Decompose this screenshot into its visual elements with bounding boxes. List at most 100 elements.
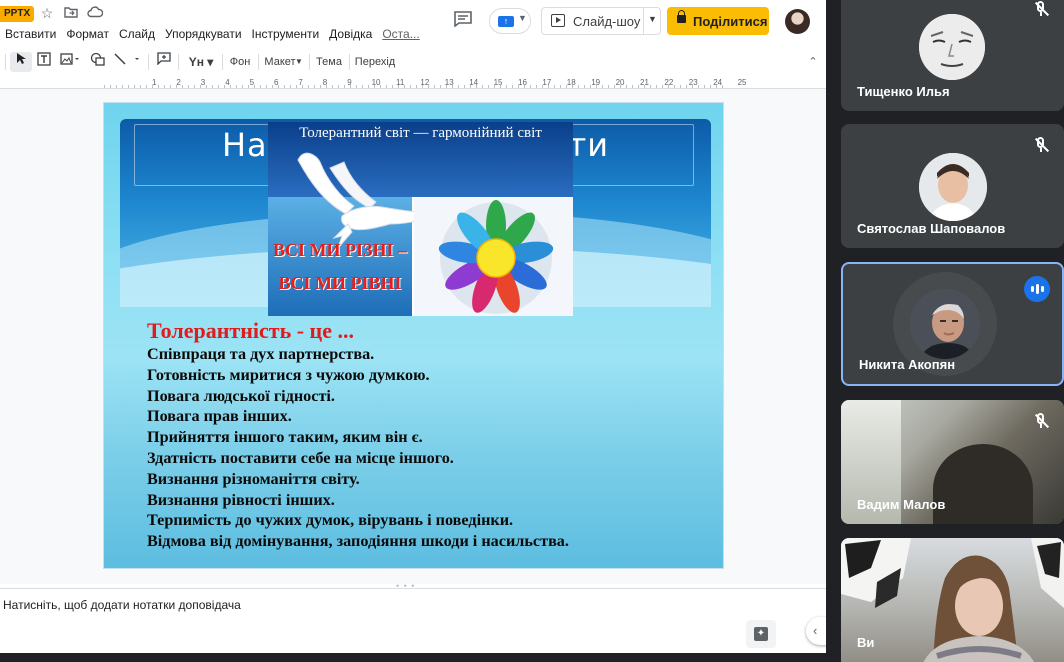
menu-insert[interactable]: Вставити xyxy=(0,25,61,43)
participant-avatar xyxy=(910,289,980,359)
ruler-number: 16 xyxy=(518,78,527,87)
slide-title-end: ти xyxy=(567,126,610,164)
ruler-number: 25 xyxy=(737,78,747,87)
side-panel-toggle-icon[interactable]: ‹ xyxy=(806,617,826,645)
mic-off-icon xyxy=(1030,134,1052,156)
line-icon[interactable] xyxy=(111,52,145,72)
explore-icon: ✦ xyxy=(754,627,768,641)
shape-icon[interactable] xyxy=(87,52,107,72)
meet-present-icon: ↑ xyxy=(498,16,514,27)
ruler-number: 6 xyxy=(274,78,279,87)
slideshow-dropdown-icon[interactable]: ▼ xyxy=(648,14,657,24)
ruler-number: 24 xyxy=(713,78,723,87)
speaking-indicator-icon xyxy=(1024,276,1050,302)
menu-arrange[interactable]: Упорядкувати xyxy=(160,25,247,43)
share-label: Поділитися xyxy=(693,14,768,29)
slideshow-button[interactable]: Слайд-шоу ▼ xyxy=(541,7,661,35)
ruler-number: 4 xyxy=(225,78,230,87)
ruler-number: 1 xyxy=(152,78,157,87)
chevron-down-icon: ▼ xyxy=(518,13,527,23)
participant-tile[interactable]: Вадим Малов xyxy=(841,400,1064,524)
slide-title-start: На xyxy=(221,126,268,164)
toolbar-divider xyxy=(222,54,223,70)
ruler-number: 22 xyxy=(664,78,674,87)
slideshow-icon xyxy=(551,14,565,27)
speaker-notes[interactable]: Натисніть, щоб додати нотатки доповідача… xyxy=(0,589,826,653)
ruler-number: 7 xyxy=(298,78,303,87)
participant-name: Святослав Шаповалов xyxy=(857,221,1006,236)
poster-slogan-line-1: ВСІ МИ РІЗНІ – xyxy=(272,240,407,260)
ruler-number: 20 xyxy=(615,78,625,87)
menu-format[interactable]: Формат xyxy=(61,25,114,43)
slide-bullet: Відмова від домінування, заподіяння шкод… xyxy=(147,532,569,551)
insert-image-icon[interactable] xyxy=(57,52,83,72)
layout-button[interactable]: Макет xyxy=(263,52,297,72)
share-button[interactable]: Поділитися xyxy=(667,7,769,35)
toolbar-divider xyxy=(178,54,179,70)
last-edit-link[interactable]: Оста... xyxy=(377,25,424,43)
cloud-status-icon[interactable] xyxy=(86,4,104,22)
participant-tile-active[interactable]: Никита Акопян xyxy=(841,262,1064,386)
participant-silhouette xyxy=(933,444,1033,524)
speaker-notes-placeholder[interactable]: Натисніть, щоб додати нотатки доповідача xyxy=(3,598,241,612)
star-icon[interactable]: ☆ xyxy=(38,4,56,22)
slide-bullet: Визнання різноманіття світу. xyxy=(147,469,360,488)
ruler-number: 10 xyxy=(371,78,381,87)
present-to-meet-button[interactable]: ↑ ▼ xyxy=(489,8,531,34)
slide-bullet: Терпимість до чужих думок, вірувань і по… xyxy=(147,511,514,530)
mic-off-icon xyxy=(1030,0,1052,20)
layout-dropdown-icon[interactable]: ▼ xyxy=(295,52,303,72)
transition-button[interactable]: Перехід xyxy=(354,52,396,72)
ruler-number: 11 xyxy=(396,78,405,87)
participant-name: Никита Акопян xyxy=(859,357,956,372)
lock-icon xyxy=(677,10,686,23)
participant-tile[interactable]: Тищенко Илья xyxy=(841,0,1064,111)
ruler-number: 8 xyxy=(322,78,328,87)
menu-help[interactable]: Довідка xyxy=(324,25,377,43)
add-comment-icon[interactable] xyxy=(154,52,174,72)
slide-bullet: Здатність поставити себе на місце іншого… xyxy=(147,448,454,467)
bottom-strip xyxy=(0,653,826,662)
ruler-number: 2 xyxy=(176,78,181,87)
file-type-badge: PPTX xyxy=(0,6,35,22)
select-tool-icon[interactable] xyxy=(10,52,32,72)
poster-slogan-line-2: ВСІ МИ РІВНІ xyxy=(278,273,402,293)
participant-tile[interactable]: Святослав Шаповалов xyxy=(841,124,1064,248)
background-button[interactable]: Фон xyxy=(226,52,254,72)
text-box-icon[interactable] xyxy=(34,52,54,72)
ruler-number: 17 xyxy=(542,78,552,87)
slide-bullet: Визнання рівності інших. xyxy=(147,490,335,509)
participant-avatar xyxy=(919,153,987,221)
current-slide[interactable]: На ти Толерантний світ — гармонійний світ xyxy=(103,102,724,569)
input-tools-icon[interactable]: Yн ▾ xyxy=(184,52,218,72)
slide-bullet: Співпраця та дух партнерства. xyxy=(147,345,375,363)
ruler-number: 9 xyxy=(347,78,352,87)
participant-avatar xyxy=(919,14,985,80)
menu-slide[interactable]: Слайд xyxy=(114,25,160,43)
move-folder-icon[interactable] xyxy=(62,4,80,22)
menu-tools[interactable]: Інструменти xyxy=(247,25,325,43)
menu-bar: Вставити Формат Слайд Упорядкувати Інстр… xyxy=(0,25,425,43)
theme-button[interactable]: Тема xyxy=(314,52,344,72)
ruler-number: 21 xyxy=(640,78,649,87)
slides-editor: PPTX ☆ Вставити Формат Слайд Упорядкуват… xyxy=(0,0,826,662)
explore-button[interactable]: ✦ xyxy=(746,620,776,648)
participant-tile-self[interactable]: Ви xyxy=(841,538,1064,662)
mic-off-icon xyxy=(1030,410,1052,432)
slide-canvas: На ти Толерантний світ — гармонійний світ xyxy=(0,89,826,591)
ruler-number: 14 xyxy=(469,78,479,87)
tolerance-poster-image[interactable]: Толерантний світ — гармонійний світ ВСІ … xyxy=(268,122,573,316)
toolbar-divider xyxy=(309,54,310,70)
ruler-number: 13 xyxy=(444,78,454,87)
toolbar: Yн ▾ Фон Макет ▼ Тема Перехід ⌃ xyxy=(0,50,826,74)
toolbar-divider xyxy=(349,54,350,70)
participant-name: Тищенко Илья xyxy=(857,84,950,99)
meet-participants-panel: Тищенко Илья Святослав Шаповалов Никита … xyxy=(826,0,1064,662)
comment-history-icon[interactable] xyxy=(450,9,476,35)
collapse-toolbar-icon[interactable]: ⌃ xyxy=(805,52,821,72)
self-video-scene xyxy=(841,538,1064,662)
ruler-number: 23 xyxy=(688,78,698,87)
account-avatar[interactable] xyxy=(785,9,810,34)
slide-body-text[interactable]: Толерантність - це ... Співпраця та дух … xyxy=(147,318,707,552)
toolbar-divider xyxy=(148,54,149,70)
